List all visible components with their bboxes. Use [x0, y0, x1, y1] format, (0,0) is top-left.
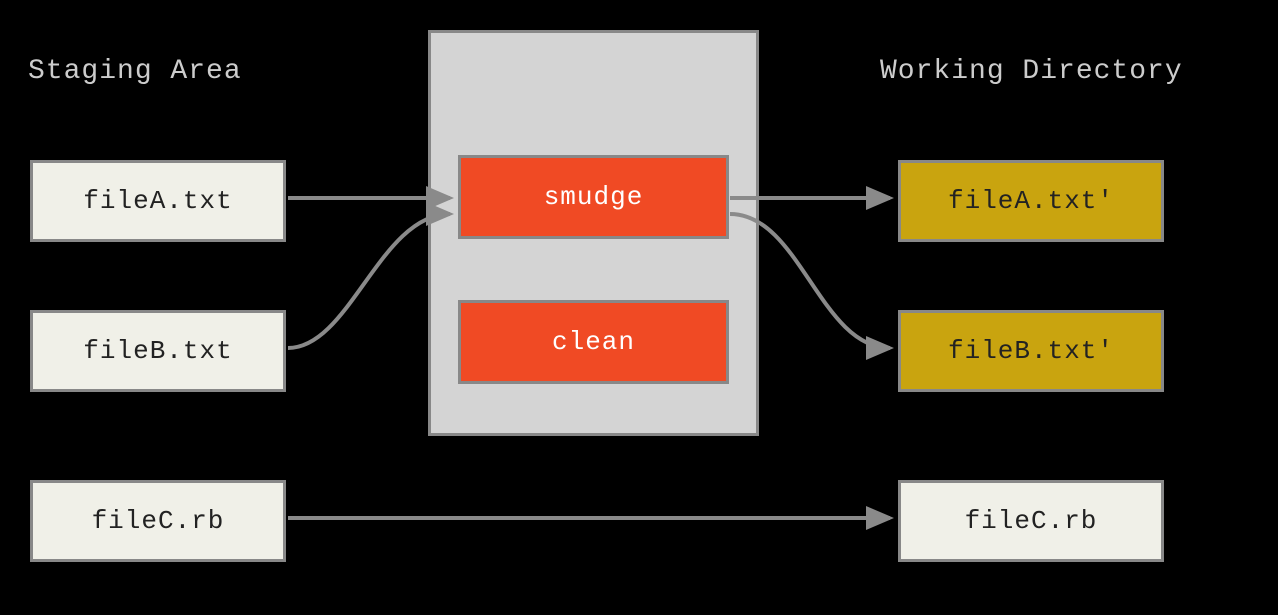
staging-file-b: fileB.txt	[30, 310, 286, 392]
staging-file-a: fileA.txt	[30, 160, 286, 242]
heading-staging: Staging Area	[28, 56, 242, 87]
working-file-c: fileC.rb	[898, 480, 1164, 562]
arrow-b-to-smudge	[288, 214, 450, 348]
staging-file-c: fileC.rb	[30, 480, 286, 562]
working-file-a: fileA.txt'	[898, 160, 1164, 242]
working-file-b: fileB.txt'	[898, 310, 1164, 392]
heading-working: Working Directory	[880, 56, 1183, 87]
filter-clean: clean	[458, 300, 729, 384]
filter-smudge: smudge	[458, 155, 729, 239]
